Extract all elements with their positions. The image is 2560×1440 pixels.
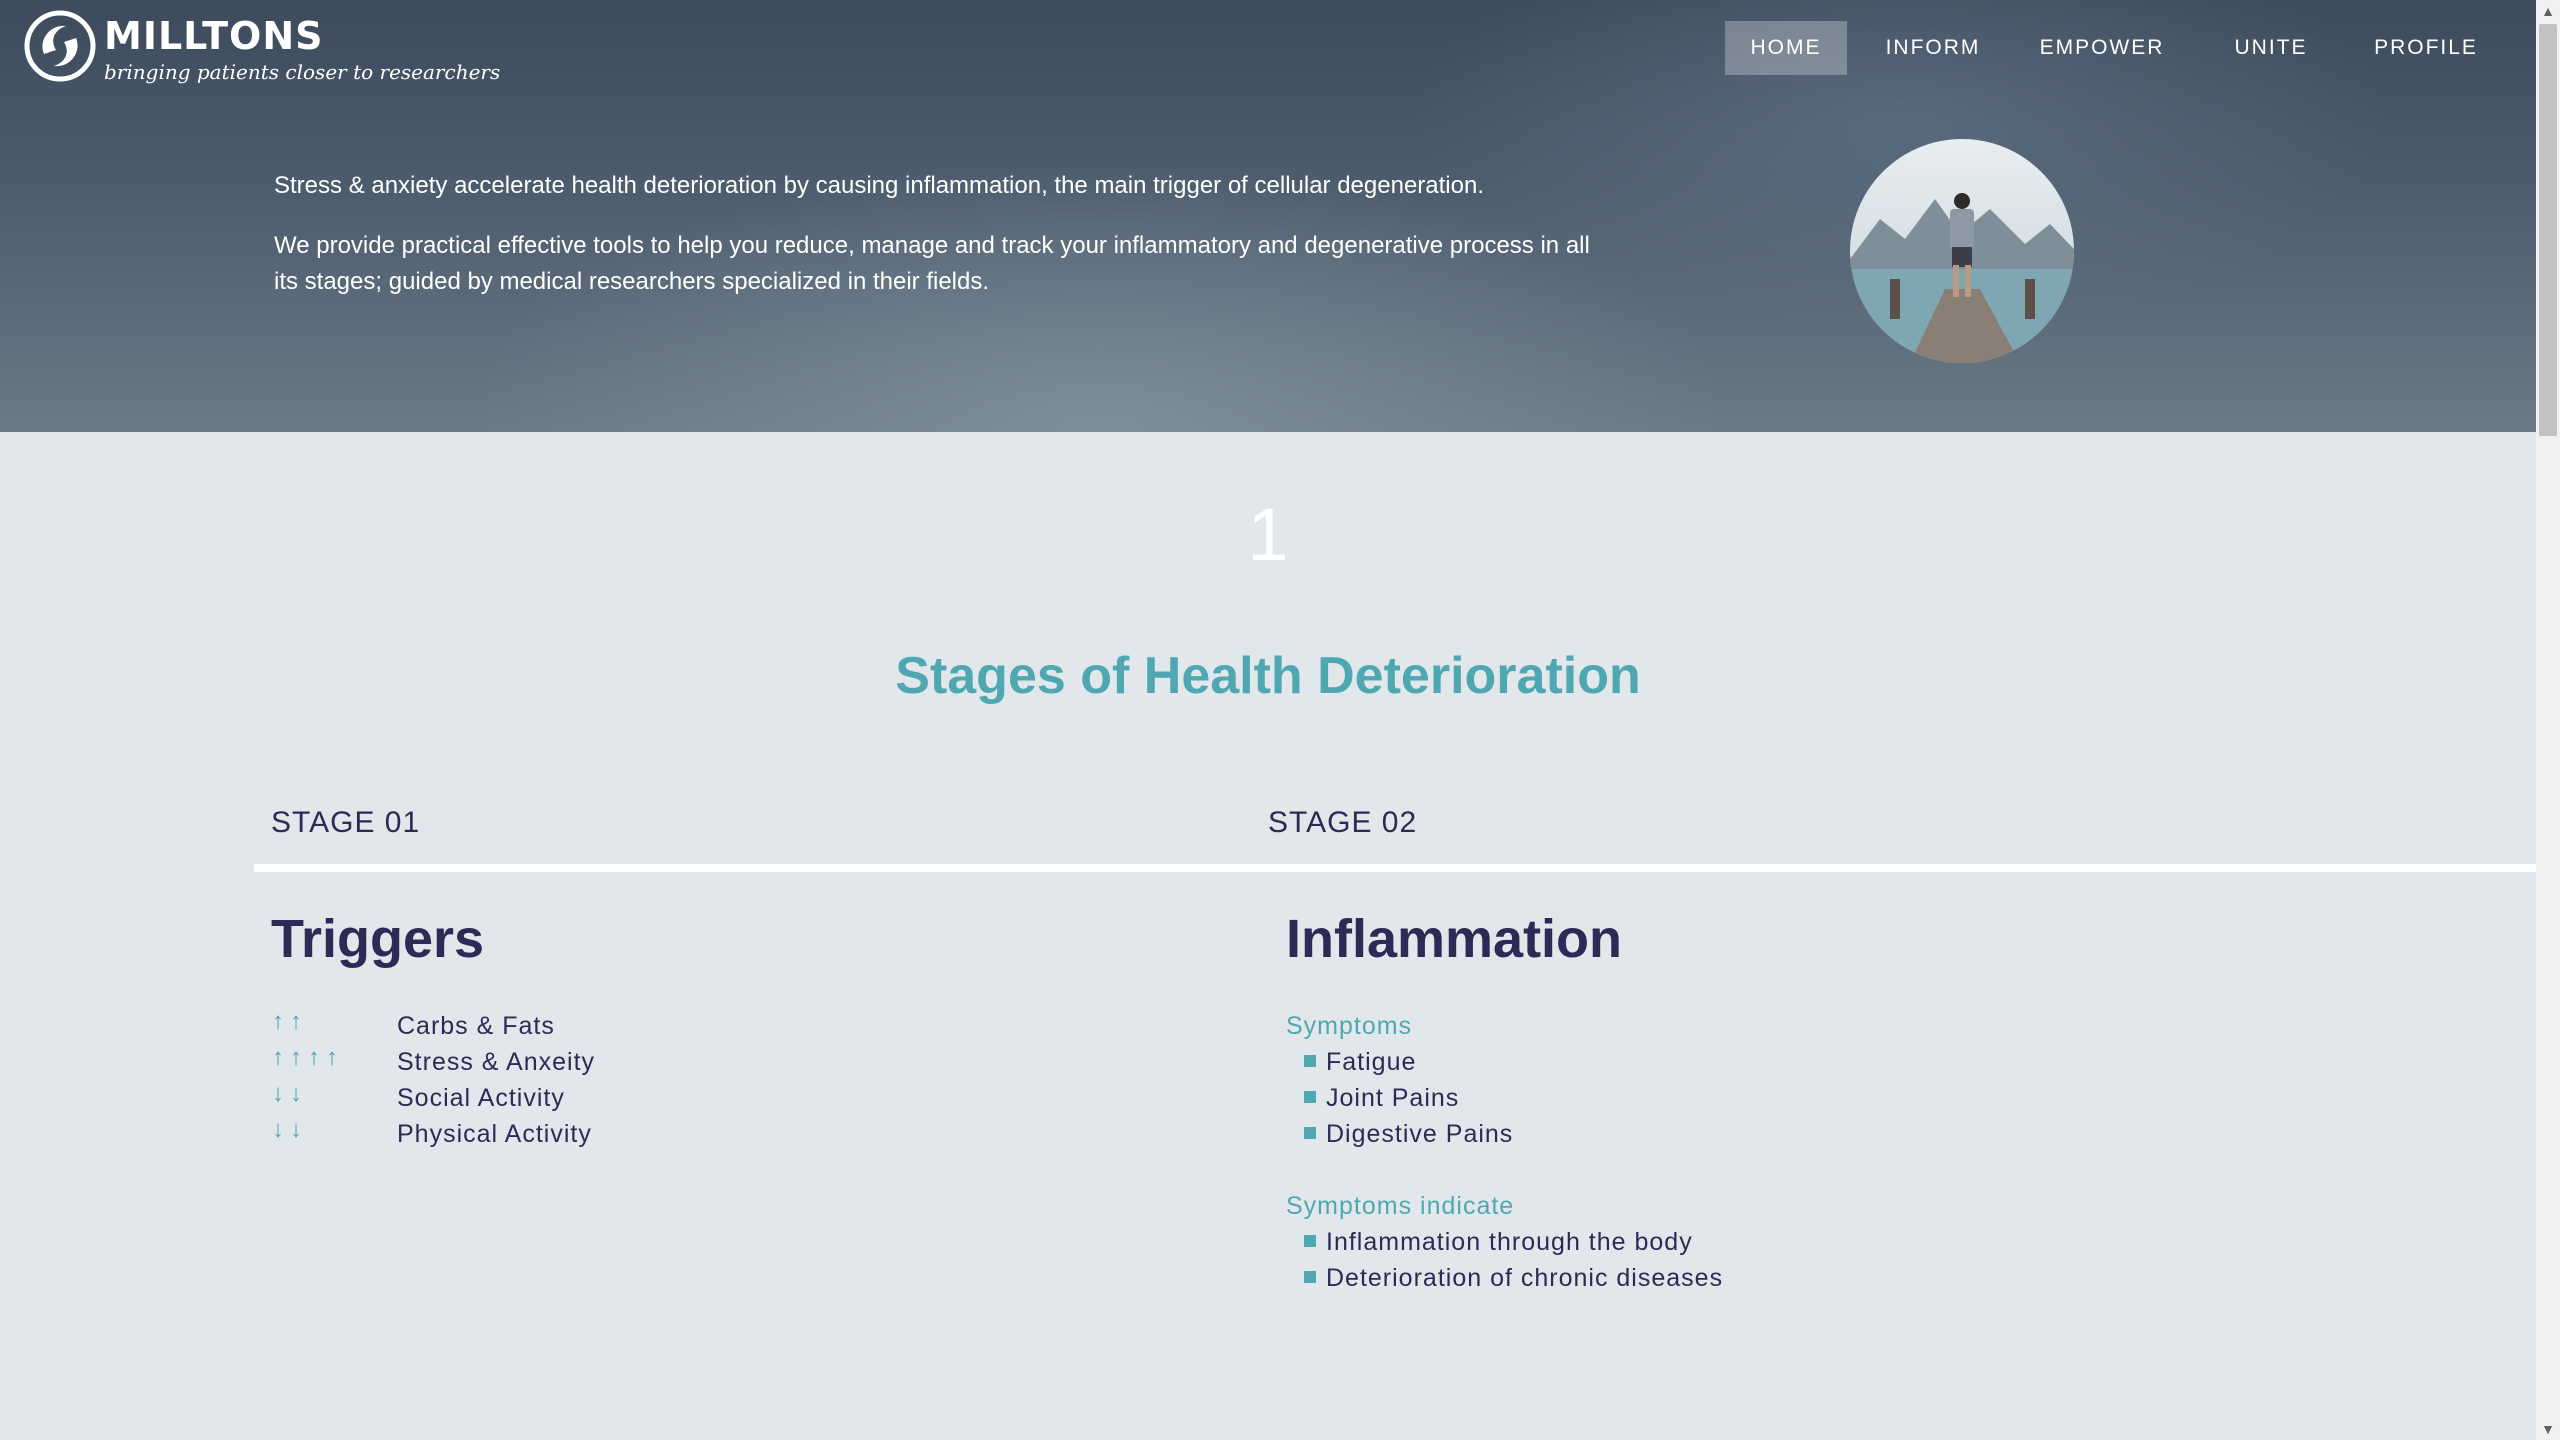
triggers-title: Triggers — [271, 909, 485, 969]
nav-inform[interactable]: INFORM — [1868, 21, 1998, 75]
lake-photo-icon — [1850, 139, 2074, 363]
indication-label: Inflammation through the body — [1326, 1228, 1693, 1256]
trigger-label: Carbs & Fats — [397, 1012, 555, 1040]
trigger-label: Stress & Anxeity — [397, 1048, 596, 1076]
trend-down-icon: ↓↓ — [272, 1116, 308, 1143]
trend-up-icon: ↑↑ — [272, 1008, 308, 1035]
nav-empower[interactable]: EMPOWER — [2024, 21, 2180, 75]
section-title: Stages of Health Deterioration — [895, 647, 1641, 705]
trend-up-icon: ↑↑↑↑ — [272, 1044, 344, 1071]
nav-profile[interactable]: PROFILE — [2351, 21, 2501, 75]
hero-banner: MILLTONS bringing patients closer to res… — [0, 0, 2536, 432]
bullet-icon — [1304, 1127, 1316, 1140]
indication-label: Deterioration of chronic diseases — [1326, 1264, 1724, 1292]
scroll-up-icon[interactable]: ▲ — [2536, 0, 2560, 22]
step-number: 1 — [1247, 493, 1289, 576]
brand-logo[interactable]: MILLTONS bringing patients closer to res… — [24, 10, 500, 86]
page-scrollbar[interactable]: ▲ ▼ — [2536, 0, 2560, 1440]
trend-down-icon: ↓↓ — [272, 1080, 308, 1107]
symptom-label: Fatigue — [1326, 1048, 1417, 1076]
symptom-item: Joint Pains — [1304, 1084, 1459, 1113]
brand-name: MILLTONS — [104, 14, 324, 58]
nav-unite[interactable]: UNITE — [2216, 21, 2326, 75]
symptom-label: Joint Pains — [1326, 1084, 1460, 1112]
bullet-icon — [1304, 1271, 1316, 1284]
logo-mark-icon — [24, 10, 96, 82]
symptom-item: Fatigue — [1304, 1048, 1416, 1077]
bullet-icon — [1304, 1055, 1316, 1068]
stage-1-label: STAGE 01 — [271, 806, 421, 839]
symptoms-indicate-heading: Symptoms indicate — [1286, 1192, 1515, 1220]
brand-tagline: bringing patients closer to researchers — [104, 60, 501, 84]
inflammation-title: Inflammation — [1286, 909, 1623, 969]
hero-avatar-image — [1850, 139, 2074, 363]
trigger-label: Social Activity — [397, 1084, 565, 1112]
bullet-icon — [1304, 1091, 1316, 1104]
hero-text: Stress & anxiety accelerate health deter… — [274, 168, 1604, 324]
indication-item: Deterioration of chronic diseases — [1304, 1264, 1723, 1293]
scrollbar-thumb[interactable] — [2539, 24, 2557, 436]
hero-paragraph-2: We provide practical effective tools to … — [274, 232, 1590, 295]
nav-home[interactable]: HOME — [1725, 21, 1847, 75]
indication-item: Inflammation through the body — [1304, 1228, 1693, 1257]
stage-divider — [254, 864, 2536, 872]
symptoms-heading: Symptoms — [1286, 1012, 1413, 1040]
stage-2-label: STAGE 02 — [1268, 806, 1418, 839]
trigger-label: Physical Activity — [397, 1120, 592, 1148]
symptom-label: Digestive Pains — [1326, 1120, 1514, 1148]
hero-paragraph-1: Stress & anxiety accelerate health deter… — [274, 172, 1484, 199]
bullet-icon — [1304, 1235, 1316, 1248]
scroll-down-icon[interactable]: ▼ — [2536, 1418, 2560, 1440]
symptom-item: Digestive Pains — [1304, 1120, 1513, 1149]
